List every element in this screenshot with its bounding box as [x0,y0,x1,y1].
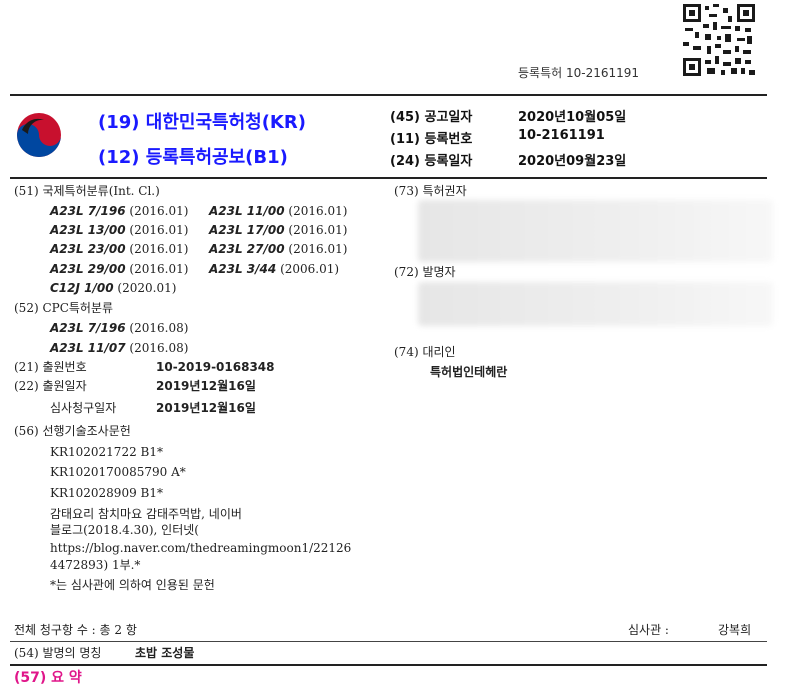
examiner-label: 심사관 : [628,623,669,637]
prior-art-item: KR102021722 B1* [50,445,163,459]
ipc-version: (2016.01) [129,262,189,276]
document-type-title: (12) 등록특허공보(B1) [98,147,288,168]
ipc-version: (2016.01) [288,204,348,218]
publication-date-label: (45) 공고일자 [390,110,473,125]
ipc-row: A23L 29/00 (2016.01) [50,261,188,277]
agent-value: 특허법인테헤란 [430,365,508,379]
ipc-version: (2006.01) [280,262,340,276]
claims-count: 전체 청구항 수 : 총 2 항 [14,623,137,637]
patentee-label: (73) 특허권자 [394,184,467,198]
prior-art-label: (56) 선행기술조사문헌 [14,424,131,438]
footer-rule [10,641,767,642]
prior-art-item: https://blog.naver.com/thedreamingmoon1/… [50,541,352,555]
prior-art-item: KR102028909 B1* [50,486,163,500]
patentee-redacted [418,200,773,262]
ipc-code: A23L 27/00 [209,242,285,256]
agent-label: (74) 대리인 [394,345,456,359]
application-number-value: 10-2019-0168348 [156,360,275,374]
ipc-code: A23L 3/44 [209,262,277,276]
cpc-row: A23L 11/07 (2016.08) [50,340,188,356]
kipo-logo [14,110,64,160]
cpc-code: A23L 11/07 [50,341,126,355]
cpc-version: (2016.08) [129,341,189,355]
ipc-row: A23L 3/44 (2006.01) [209,261,339,277]
ipc-row: A23L 23/00 (2016.01) [50,241,188,257]
prior-art-item: 감태요리 참치마요 감태주먹밥, 네이버 [50,507,242,521]
prior-art-item: KR1020170085790 A* [50,465,186,479]
top-rule [10,94,767,96]
ipc-version: (2016.01) [129,242,189,256]
cpc-row: A23L 7/196 (2016.08) [50,320,188,336]
exam-request-value: 2019년12월16일 [156,401,256,415]
ipc-row: A23L 7/196 (2016.01) [50,203,188,219]
title-bottom-rule [10,664,767,666]
ipc-version: (2016.01) [129,223,189,237]
office-title: (19) 대한민국특허청(KR) [98,112,306,133]
cpc-version: (2016.08) [129,321,189,335]
ipc-code: A23L 23/00 [50,242,126,256]
exam-request-label: 심사청구일자 [50,401,117,415]
ipc-code: A23L 29/00 [50,262,126,276]
header-bottom-rule [10,177,767,179]
ipc-code: C12J 1/00 [50,281,114,295]
invention-title-label: (54) 발명의 명칭 [14,646,102,660]
registration-number-value: 10-2161191 [518,128,605,143]
ipc-row: A23L 17/00 (2016.01) [209,222,347,238]
cpc-code: A23L 7/196 [50,321,126,335]
ipc-row: A23L 11/00 (2016.01) [209,203,347,219]
registration-date-label: (24) 등록일자 [390,154,473,169]
ipc-version: (2020.01) [117,281,177,295]
prior-art-item: 블로그(2018.4.30), 인터넷( [50,523,199,537]
registration-number-header: 등록특허 10-2161191 [518,66,640,80]
application-date-label: (22) 출원일자 [14,379,87,393]
prior-art-item: *는 심사관에 의하여 인용된 문헌 [50,578,215,592]
publication-date-value: 2020년10월05일 [518,110,627,125]
registration-date-value: 2020년09월23일 [518,154,627,169]
ipc-row: A23L 27/00 (2016.01) [209,241,347,257]
prior-art-item: 4472893) 1부.* [50,558,141,572]
ipc-code: A23L 7/196 [50,204,126,218]
ipc-row: A23L 13/00 (2016.01) [50,222,188,238]
examiner-name: 강복희 [718,623,752,637]
application-number-label: (21) 출원번호 [14,360,87,374]
registration-number-label: (11) 등록번호 [390,132,473,147]
abstract-label: (57) 요 약 [14,670,82,686]
ipc-version: (2016.01) [288,223,348,237]
invention-title-value: 초밥 조성물 [135,646,195,660]
ipc-code: A23L 13/00 [50,223,126,237]
cpc-label: (52) CPC특허분류 [14,301,114,315]
ipc-code: A23L 11/00 [209,204,285,218]
application-date-value: 2019년12월16일 [156,379,256,393]
ipc-code: A23L 17/00 [209,223,285,237]
ipc-version: (2016.01) [129,204,189,218]
inventor-label: (72) 발명자 [394,265,456,279]
qr-code [683,4,755,76]
ipc-row: C12J 1/00 (2020.01) [50,280,176,296]
ipc-label: (51) 국제특허분류(Int. Cl.) [14,184,160,198]
inventor-redacted [418,282,773,326]
ipc-version: (2016.01) [288,242,348,256]
